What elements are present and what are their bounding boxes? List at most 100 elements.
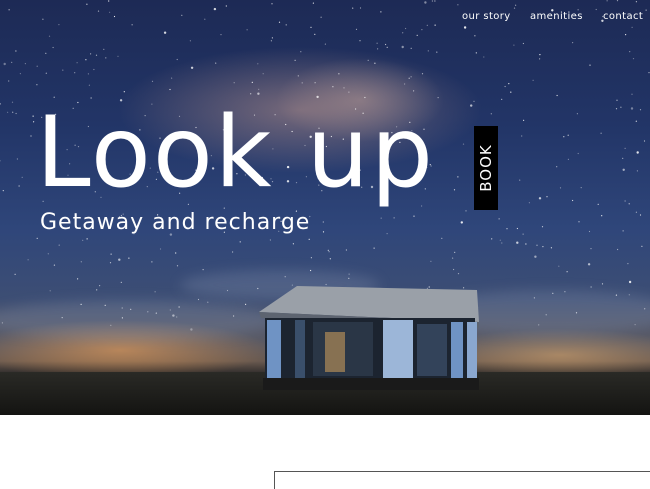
star: [215, 62, 217, 64]
star: [589, 64, 591, 66]
star: [345, 249, 347, 251]
star: [285, 24, 287, 26]
star: [462, 143, 465, 145]
star: [176, 58, 178, 61]
star: [88, 84, 90, 86]
star: [405, 27, 407, 30]
star: [413, 215, 415, 217]
glass-cabin-image: [259, 286, 479, 390]
star: [131, 24, 133, 26]
star: [513, 44, 515, 46]
star: [380, 217, 382, 219]
content-card: [274, 471, 650, 489]
star: [270, 40, 272, 42]
star: [220, 34, 222, 36]
star: [534, 255, 537, 258]
hero-subheadline: Getaway and recharge: [40, 210, 311, 235]
star: [631, 93, 633, 95]
star: [93, 68, 95, 71]
star: [36, 84, 38, 86]
star: [110, 253, 112, 255]
star: [52, 46, 54, 49]
star: [327, 249, 329, 251]
star: [576, 113, 579, 115]
star: [76, 62, 78, 64]
star: [90, 53, 92, 55]
star: [352, 7, 354, 9]
star: [99, 285, 101, 287]
star: [45, 72, 47, 74]
star: [504, 85, 506, 88]
star: [454, 251, 456, 253]
star: [421, 73, 424, 75]
star: [151, 80, 154, 82]
star: [85, 59, 87, 61]
star: [49, 290, 51, 292]
star: [563, 136, 565, 138]
star: [202, 269, 204, 271]
star: [628, 280, 632, 284]
star: [0, 160, 1, 162]
star: [3, 62, 6, 66]
star: [109, 11, 111, 13]
star: [499, 239, 501, 241]
star: [338, 73, 340, 75]
star: [622, 230, 624, 232]
star: [639, 214, 642, 216]
book-button[interactable]: BOOK: [474, 126, 498, 210]
star: [566, 271, 568, 273]
star: [457, 176, 459, 178]
star: [245, 303, 247, 305]
star: [639, 109, 642, 111]
star: [556, 94, 558, 97]
star: [577, 152, 579, 155]
star: [314, 33, 316, 36]
nav-link-amenities[interactable]: amenities: [530, 11, 583, 22]
star: [151, 261, 153, 263]
star: [320, 16, 322, 18]
star: [233, 82, 235, 84]
star: [246, 29, 248, 31]
star: [257, 63, 259, 65]
star: [8, 9, 10, 11]
star: [641, 245, 643, 247]
star: [77, 278, 79, 280]
star: [47, 253, 49, 255]
star: [355, 28, 358, 30]
star: [521, 135, 523, 137]
star: [590, 248, 592, 250]
star: [328, 251, 330, 253]
star: [36, 65, 38, 67]
star: [441, 237, 443, 239]
star: [508, 83, 510, 85]
star: [404, 83, 406, 85]
star: [332, 86, 334, 88]
star: [546, 196, 548, 198]
star: [506, 228, 508, 230]
star: [123, 91, 125, 93]
star: [542, 246, 544, 248]
star: [30, 135, 32, 137]
star: [457, 4, 459, 6]
star: [636, 170, 639, 172]
star: [128, 257, 130, 259]
star: [82, 239, 84, 241]
star: [453, 268, 455, 271]
star: [401, 45, 404, 49]
star: [624, 147, 626, 149]
star: [413, 90, 415, 92]
star: [567, 158, 570, 160]
star: [189, 40, 191, 42]
star: [632, 58, 635, 60]
star: [15, 50, 17, 52]
nav-link-our-story[interactable]: our story: [462, 11, 511, 22]
star: [523, 119, 525, 121]
star: [16, 158, 18, 160]
star: [86, 238, 88, 240]
star: [648, 72, 650, 74]
star: [300, 51, 302, 53]
star: [620, 106, 622, 108]
nav-link-contact[interactable]: contact: [603, 11, 643, 22]
star: [348, 91, 350, 93]
star: [262, 73, 264, 75]
